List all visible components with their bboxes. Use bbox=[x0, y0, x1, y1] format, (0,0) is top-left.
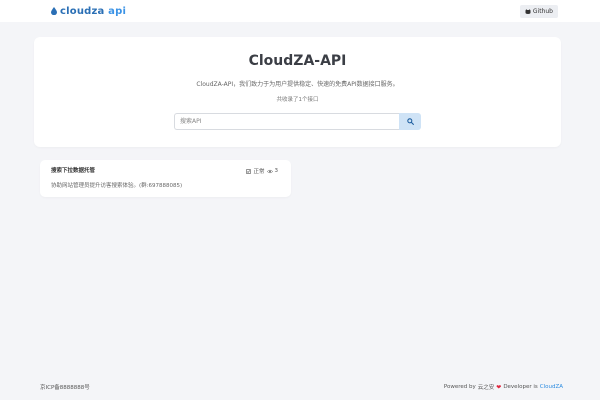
github-label: Github bbox=[532, 7, 553, 15]
search-button[interactable] bbox=[399, 113, 421, 130]
hero-card: CloudZA-API CloudZA-API，我们致力于为用户提供稳定、快速的… bbox=[34, 37, 561, 147]
github-button[interactable]: Github bbox=[519, 4, 558, 18]
page-title: CloudZA-API bbox=[248, 53, 347, 69]
site-description: CloudZA-API，我们致力于为用户提供稳定、快速的免费API数据接口服务。 bbox=[196, 81, 399, 88]
brand-name: cloudza api bbox=[60, 5, 127, 17]
search-input[interactable] bbox=[174, 113, 399, 130]
api-name: 搜索下拉数据托管 bbox=[51, 168, 96, 174]
api-card[interactable]: 搜索下拉数据托管 正常 3 协助网站管理员提升访客搜索体验。(群:6978880… bbox=[40, 160, 291, 197]
top-navbar: cloudza api Github bbox=[0, 0, 600, 22]
api-count: 共收录了1个接口 bbox=[276, 97, 319, 103]
status-icon bbox=[246, 168, 252, 174]
view-count: 3 bbox=[274, 168, 279, 174]
icp-record[interactable]: 京ICP备8888888号 bbox=[40, 383, 90, 391]
eye-icon bbox=[266, 169, 273, 173]
author-name: 云之安 bbox=[477, 385, 495, 391]
developer-label: Developer is bbox=[503, 384, 538, 390]
heart-icon: ❤ bbox=[496, 383, 502, 391]
developer-link[interactable]: CloudZA bbox=[540, 384, 563, 390]
droplet-icon bbox=[51, 7, 57, 15]
status-text: 正常 bbox=[253, 169, 265, 175]
footer-credits: Powered by 云之安 ❤ Developer is CloudZA bbox=[443, 383, 563, 392]
api-description: 协助网站管理员提升访客搜索体验。(群:697888085) bbox=[51, 183, 183, 189]
api-meta: 正常 3 bbox=[246, 167, 278, 175]
powered-by-label: Powered by bbox=[443, 384, 476, 390]
search-icon bbox=[406, 118, 414, 125]
github-icon bbox=[525, 8, 531, 14]
brand-logo[interactable]: cloudza api bbox=[51, 6, 126, 17]
search-bar bbox=[174, 113, 421, 130]
